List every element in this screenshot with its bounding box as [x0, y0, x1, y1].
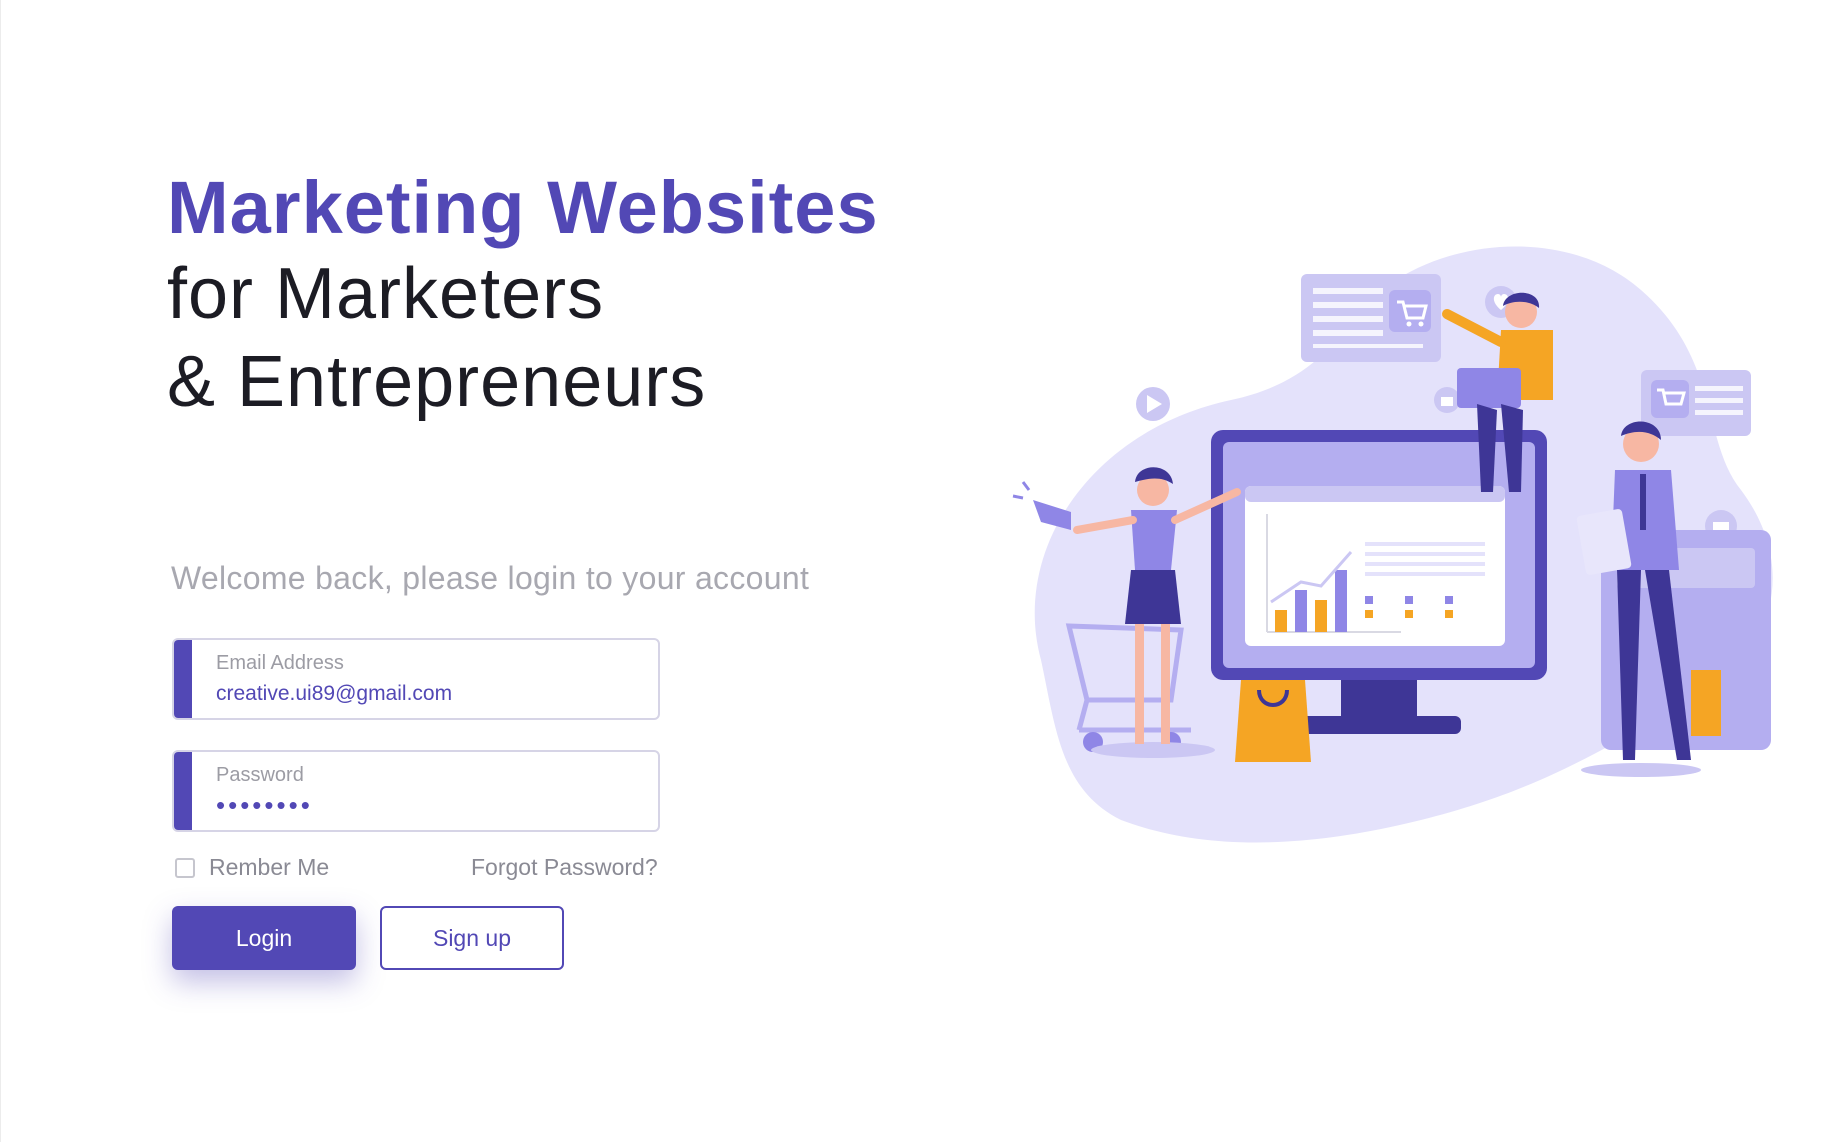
hero-heading: Marketing Websites for Marketers & Entre… [167, 166, 927, 426]
password-input[interactable]: •••••••• [216, 790, 313, 821]
bar-chart-icon [1245, 486, 1505, 646]
thumbs-up-icon [1434, 387, 1460, 413]
marketing-illustration [1012, 246, 1773, 843]
email-field[interactable]: Email Address [172, 638, 660, 720]
email-field-accent [174, 640, 192, 718]
email-input[interactable] [216, 682, 636, 706]
hero-subtitle-line-1: for Marketers [167, 254, 605, 334]
password-field-accent [174, 752, 192, 830]
cart-icon [1641, 370, 1751, 436]
password-field-label: Password [216, 764, 304, 786]
ad-card-icon [1301, 274, 1441, 362]
remember-me-label: Rember Me [209, 854, 330, 880]
welcome-text: Welcome back, please login to your accou… [171, 560, 810, 596]
password-field[interactable]: Password •••••••• [172, 750, 660, 832]
hero-title: Marketing Websites [167, 166, 879, 249]
play-icon [1136, 387, 1170, 421]
shopping-bag-icon [1235, 680, 1311, 762]
login-button[interactable]: Login [172, 906, 356, 970]
remember-me-box[interactable] [175, 857, 195, 878]
email-field-label: Email Address [216, 652, 344, 674]
forgot-password-link[interactable]: Forgot Password? [471, 854, 658, 881]
signup-button[interactable]: Sign up [380, 906, 564, 970]
hero-subtitle-line-2: & Entrepreneurs [167, 342, 707, 422]
megaphone-icon [1012, 481, 1071, 530]
remember-me-checkbox[interactable]: Rember Me [175, 854, 329, 881]
login-page: Marketing Websites for Marketers & Entre… [0, 0, 1848, 1142]
